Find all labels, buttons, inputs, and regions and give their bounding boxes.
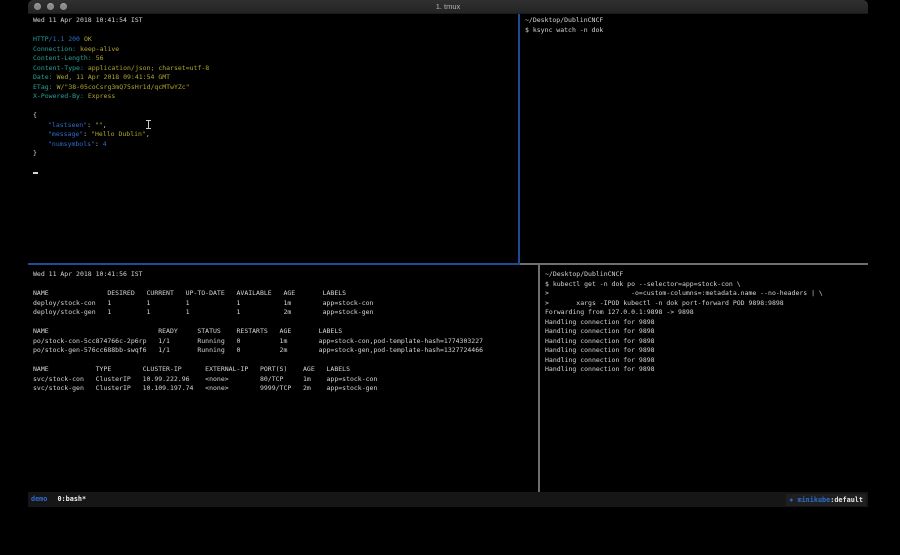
handling-connection-line: Handling connection for 9898 [545, 356, 868, 366]
handling-connection-line: Handling connection for 9898 [545, 327, 868, 337]
terminal-cursor-line [33, 168, 518, 178]
timestamp: Wed 11 Apr 2018 10:41:56 IST [33, 270, 538, 280]
window-tab-bash[interactable]: 0:bash* [57, 495, 86, 503]
handling-connection-line: Handling connection for 9898 [545, 365, 868, 375]
kubectl-command-continuation: > -o=custom-columns=:metadata.name --no-… [545, 289, 868, 299]
table-row: svc/stock-gen ClusterIP 10.109.197.74 <n… [33, 384, 538, 394]
mouse-ibeam-cursor [146, 120, 151, 129]
helm-wheel-icon: ⎈ [789, 496, 797, 504]
handling-connection-line: Handling connection for 9898 [545, 337, 868, 347]
cwd-label: ~/Desktop/DublinCNCF [545, 270, 868, 280]
pod-table-header: NAME READY STATUS RESTARTS AGE LABELS [33, 327, 538, 337]
pane-http-output[interactable]: Wed 11 Apr 2018 10:41:54 IST HTTP/1.1 20… [28, 14, 518, 263]
json-entry-message: "message": "Hello Dublin", [33, 130, 518, 140]
terminal-cursor [33, 172, 38, 175]
tmux-status-bar: demo 0:bash* ⎈ minikube:default [28, 492, 868, 507]
session-name-badge[interactable]: demo [31, 495, 47, 503]
json-open-brace: { [33, 111, 518, 121]
json-entry-lastseen: "lastseen": "", [33, 121, 518, 131]
ksync-command: $ ksync watch -n dok [525, 26, 868, 36]
json-close-brace: } [33, 149, 518, 159]
pane-kubectl-get[interactable]: Wed 11 Apr 2018 10:41:56 IST NAME DESIRE… [28, 265, 538, 492]
handling-connection-line: Handling connection for 9898 [545, 346, 868, 356]
table-row: svc/stock-con ClusterIP 10.99.222.96 <no… [33, 375, 538, 385]
kube-context-name: minikube [798, 496, 831, 504]
desktop: 1. tmux Wed 11 Apr 2018 10:41:54 IST HTT… [0, 0, 900, 555]
window-titlebar[interactable]: 1. tmux [28, 0, 868, 14]
forwarding-status: Forwarding from 127.0.0.1:9898 -> 9898 [545, 308, 868, 318]
http-header: Date:Wed, 11 Apr 2018 09:41:54 GMT [33, 73, 518, 83]
cwd-label: ~/Desktop/DublinCNCF [525, 16, 868, 26]
svc-table-header: NAME TYPE CLUSTER-IP EXTERNAL-IP PORT(S)… [33, 365, 538, 375]
pane-port-forward[interactable]: ~/Desktop/DublinCNCF $ kubectl get -n do… [540, 265, 868, 492]
pane-ksync[interactable]: ~/Desktop/DublinCNCF $ ksync watch -n do… [520, 14, 868, 263]
http-status-line: HTTP/1.1 200OK [33, 35, 518, 45]
timestamp: Wed 11 Apr 2018 10:41:54 IST [33, 16, 518, 26]
http-header: Connection:keep-alive [33, 45, 518, 55]
kube-context-indicator: ⎈ minikube:default [786, 494, 866, 506]
http-header: Content-Length:56 [33, 54, 518, 64]
http-header: ETag:W/"38-05coCsrg3mQ75sHr1d/qcMTwYZc" [33, 83, 518, 93]
kubectl-command-continuation: > xargs -IPOD kubectl -n dok port-forwar… [545, 299, 868, 309]
kube-namespace: :default [830, 496, 863, 504]
http-header: X-Powered-By:Express [33, 92, 518, 102]
window-title: 1. tmux [28, 0, 868, 14]
handling-connection-line: Handling connection for 9898 [545, 318, 868, 328]
table-row: po/stock-con-5cc874766c-2p6rp 1/1 Runnin… [33, 337, 538, 347]
table-row: deploy/stock-gen 1 1 1 1 2m app=stock-ge… [33, 308, 538, 318]
terminal-window: 1. tmux Wed 11 Apr 2018 10:41:54 IST HTT… [28, 0, 868, 507]
http-header: Content-Type:application/json; charset=u… [33, 64, 518, 74]
table-row: deploy/stock-con 1 1 1 1 1m app=stock-co… [33, 299, 538, 309]
deploy-table-header: NAME DESIRED CURRENT UP-TO-DATE AVAILABL… [33, 289, 538, 299]
kubectl-command: $ kubectl get -n dok po --selector=app=s… [545, 280, 868, 290]
table-row: po/stock-gen-576cc688bb-swqf6 1/1 Runnin… [33, 346, 538, 356]
json-entry-numsymbols: "numsymbols": 4 [33, 140, 518, 150]
tmux-session: Wed 11 Apr 2018 10:41:54 IST HTTP/1.1 20… [28, 14, 868, 492]
